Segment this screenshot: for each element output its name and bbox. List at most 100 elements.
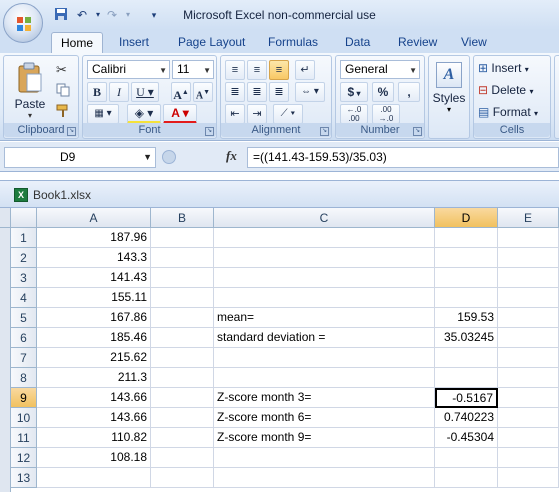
cell-c1[interactable] xyxy=(214,228,435,248)
number-format-combo[interactable]: General ▼ xyxy=(340,60,420,79)
cell-c6[interactable]: standard deviation = xyxy=(214,328,435,348)
row-header[interactable]: 5 xyxy=(11,308,37,328)
shrink-font-icon[interactable]: A▼ xyxy=(193,82,213,102)
font-name-combo[interactable]: Calibri ▼ xyxy=(87,60,170,79)
cell-d7[interactable] xyxy=(435,348,498,368)
percent-button[interactable]: % xyxy=(372,82,394,102)
column-header-d[interactable]: D xyxy=(435,208,498,228)
font-dialog-launcher-icon[interactable]: ↘ xyxy=(205,127,214,136)
cell-e2[interactable] xyxy=(498,248,559,268)
cell-b11[interactable] xyxy=(151,428,214,448)
copy-icon[interactable] xyxy=(56,83,70,100)
insert-function-icon[interactable]: fx xyxy=(226,148,237,164)
cell-d2[interactable] xyxy=(435,248,498,268)
paste-dropdown-icon[interactable]: ▾ xyxy=(8,111,52,120)
cell-a2[interactable]: 143.3 xyxy=(37,248,151,268)
orientation-icon[interactable]: ⟋ ▾ xyxy=(273,104,303,124)
column-header-c[interactable]: C xyxy=(214,208,435,228)
select-all-button[interactable] xyxy=(11,208,37,228)
cell-d6[interactable]: 35.03245 xyxy=(435,328,498,348)
column-header-a[interactable]: A xyxy=(37,208,151,228)
cell-b10[interactable] xyxy=(151,408,214,428)
cell-c11[interactable]: Z-score month 9= xyxy=(214,428,435,448)
tab-insert[interactable]: Insert xyxy=(119,34,149,53)
cell-d13[interactable] xyxy=(435,468,498,488)
formula-input[interactable]: =((141.43-159.53)/35.03) xyxy=(247,147,559,168)
cell-b8[interactable] xyxy=(151,368,214,388)
number-dialog-launcher-icon[interactable]: ↘ xyxy=(413,127,422,136)
row-header[interactable]: 10 xyxy=(11,408,37,428)
bold-button[interactable]: B xyxy=(87,82,107,102)
fill-color-icon[interactable]: ◈ ▾ xyxy=(127,104,161,124)
cell-a9[interactable]: 143.66 xyxy=(37,388,151,408)
formula-bar-resize-icon[interactable] xyxy=(162,150,176,164)
cell-b6[interactable] xyxy=(151,328,214,348)
alignment-dialog-launcher-icon[interactable]: ↘ xyxy=(320,127,329,136)
row-header[interactable]: 2 xyxy=(11,248,37,268)
borders-icon[interactable]: ▦ ▾ xyxy=(87,104,119,124)
font-size-dropdown-icon[interactable]: ▼ xyxy=(203,62,211,79)
tab-review[interactable]: Review xyxy=(398,34,437,53)
cell-c7[interactable] xyxy=(214,348,435,368)
cell-e1[interactable] xyxy=(498,228,559,248)
cell-e10[interactable] xyxy=(498,408,559,428)
cell-d1[interactable] xyxy=(435,228,498,248)
cell-c10[interactable]: Z-score month 6= xyxy=(214,408,435,428)
row-header[interactable]: 12 xyxy=(11,448,37,468)
italic-button[interactable]: I xyxy=(109,82,129,102)
cell-d10[interactable]: 0.740223 xyxy=(435,408,498,428)
cell-b5[interactable] xyxy=(151,308,214,328)
column-header-b[interactable]: B xyxy=(151,208,214,228)
cell-b7[interactable] xyxy=(151,348,214,368)
align-left-icon[interactable]: ≣ xyxy=(225,82,245,102)
row-header[interactable]: 11 xyxy=(11,428,37,448)
cell-a3[interactable]: 141.43 xyxy=(37,268,151,288)
cell-e12[interactable] xyxy=(498,448,559,468)
row-header[interactable]: 1 xyxy=(11,228,37,248)
tab-formulas[interactable]: Formulas xyxy=(268,34,318,53)
format-painter-icon[interactable] xyxy=(56,104,70,121)
cell-d11[interactable]: -0.45304 xyxy=(435,428,498,448)
cell-b12[interactable] xyxy=(151,448,214,468)
cell-a10[interactable]: 143.66 xyxy=(37,408,151,428)
office-button[interactable] xyxy=(3,3,43,43)
align-center-icon[interactable]: ≣ xyxy=(247,82,267,102)
cell-c13[interactable] xyxy=(214,468,435,488)
cell-b4[interactable] xyxy=(151,288,214,308)
row-header[interactable]: 9 xyxy=(11,388,37,408)
cell-c9[interactable]: Z-score month 3= xyxy=(214,388,435,408)
cell-d12[interactable] xyxy=(435,448,498,468)
cell-a7[interactable]: 215.62 xyxy=(37,348,151,368)
wrap-text-icon[interactable]: ↵ xyxy=(295,60,315,80)
cell-a5[interactable]: 167.86 xyxy=(37,308,151,328)
cell-a6[interactable]: 185.46 xyxy=(37,328,151,348)
clipboard-dialog-launcher-icon[interactable]: ↘ xyxy=(67,127,76,136)
tab-data[interactable]: Data xyxy=(345,34,370,53)
cell-e5[interactable] xyxy=(498,308,559,328)
name-box-dropdown-icon[interactable]: ▼ xyxy=(143,148,152,167)
row-header[interactable]: 7 xyxy=(11,348,37,368)
cell-e13[interactable] xyxy=(498,468,559,488)
row-header[interactable]: 8 xyxy=(11,368,37,388)
cell-b2[interactable] xyxy=(151,248,214,268)
row-header[interactable]: 4 xyxy=(11,288,37,308)
cell-d5[interactable]: 159.53 xyxy=(435,308,498,328)
grow-font-icon[interactable]: A▲ xyxy=(171,82,191,102)
comma-button[interactable]: , xyxy=(398,82,420,102)
cell-e9[interactable] xyxy=(498,388,559,408)
cell-e11[interactable] xyxy=(498,428,559,448)
align-right-icon[interactable]: ≣ xyxy=(269,82,289,102)
cell-b13[interactable] xyxy=(151,468,214,488)
cell-e7[interactable] xyxy=(498,348,559,368)
cell-c5[interactable]: mean= xyxy=(214,308,435,328)
cell-c12[interactable] xyxy=(214,448,435,468)
number-format-dropdown-icon[interactable]: ▼ xyxy=(409,62,417,79)
decrease-decimal-icon[interactable]: .00 →.0 xyxy=(372,104,400,124)
row-header[interactable]: 3 xyxy=(11,268,37,288)
align-bottom-icon[interactable]: ≡ xyxy=(269,60,289,80)
currency-button[interactable]: $ ▾ xyxy=(340,82,368,102)
paste-button[interactable]: Paste ▾ xyxy=(8,60,52,120)
insert-cells-button[interactable]: ⊞ Insert ▾ xyxy=(478,59,529,78)
cut-icon[interactable]: ✂ xyxy=(56,62,67,78)
cell-b1[interactable] xyxy=(151,228,214,248)
